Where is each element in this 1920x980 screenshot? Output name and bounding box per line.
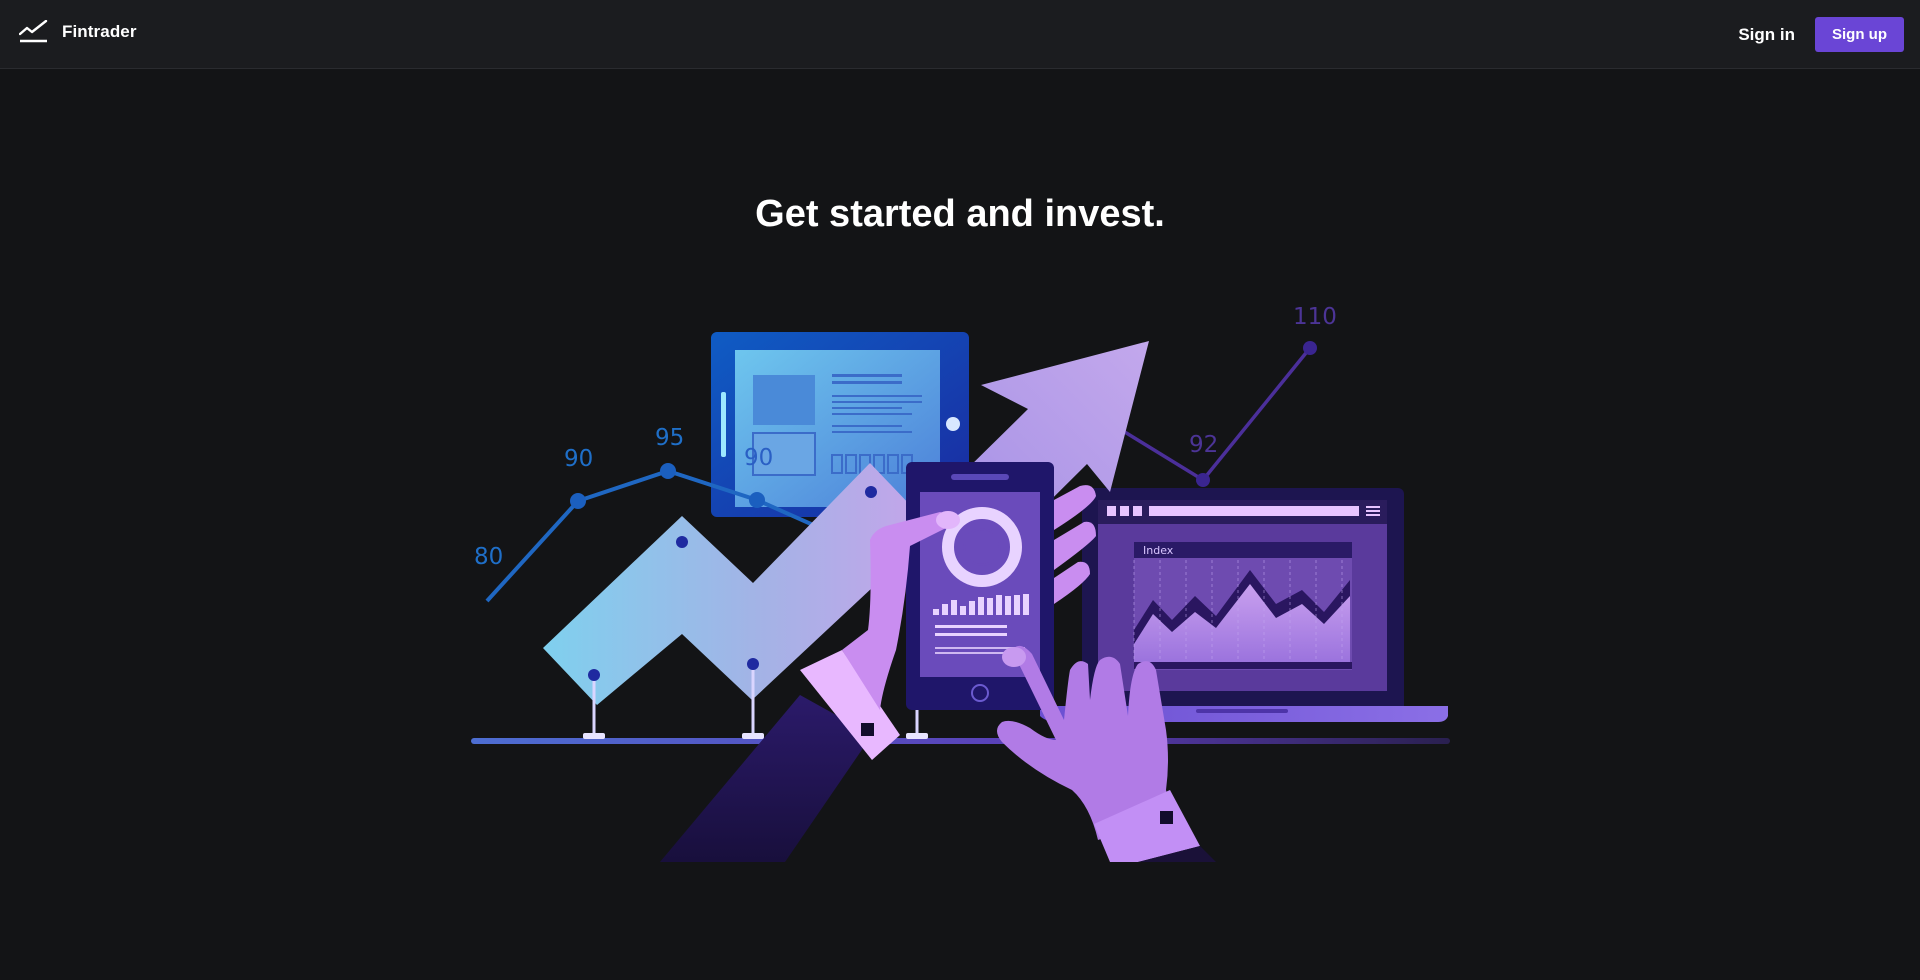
investment-hero-illustration: 92 110 Index 80 90 95 90: [471, 304, 1450, 862]
left-chart-point: [570, 493, 586, 509]
left-chart-point: [660, 463, 676, 479]
right-chart-point: [1196, 473, 1210, 487]
shelf-line: [471, 738, 1450, 744]
laptop-panel-label: Index: [1143, 544, 1174, 557]
left-chart-point: [749, 492, 765, 508]
chart-label-80: 80: [474, 544, 503, 570]
right-chart-point: [1303, 341, 1317, 355]
chart-label-92: 92: [1189, 432, 1218, 458]
chart-label-90-secondary: 90: [744, 445, 773, 471]
chart-label-110: 110: [1293, 304, 1337, 330]
chart-label-90: 90: [564, 446, 593, 472]
chart-label-95: 95: [655, 425, 684, 451]
